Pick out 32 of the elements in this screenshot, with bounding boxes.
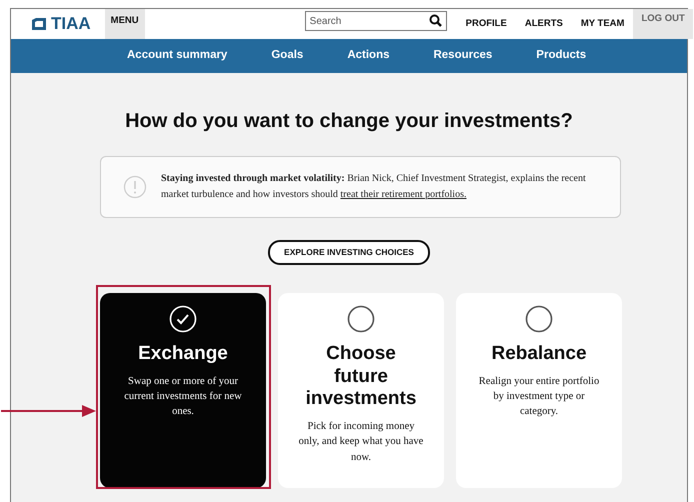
search-field[interactable]: Search bbox=[304, 11, 447, 31]
notice-text: Staying invested through market volatility: Brian Nick, Chief Investment Strategist, explains the recent market turbulence and how investors should treat their retirement portfolios. bbox=[161, 172, 587, 202]
nav-link[interactable]: Products bbox=[536, 47, 586, 65]
nav-link[interactable]: Resources bbox=[433, 47, 492, 65]
option-card[interactable]: Rebalance Realign your entire portfolio by investment type or category. bbox=[456, 292, 622, 488]
article-link[interactable]: treat their retirement portfolios. bbox=[340, 189, 466, 200]
option-card[interactable]: Exchange Swap one or more of your current investments for new ones. bbox=[100, 292, 266, 488]
alert-icon bbox=[123, 175, 147, 199]
option-description: Swap one or more of your current investments for new ones. bbox=[123, 374, 243, 419]
header-link[interactable]: ALERTS bbox=[516, 9, 572, 39]
nav-link[interactable]: Goals bbox=[271, 47, 304, 65]
option-card[interactable]: Choose future investments Pick for incoming money only, and keep what you have now. bbox=[278, 292, 444, 488]
menu-button[interactable]: MENU bbox=[104, 9, 145, 39]
logo[interactable]: TIAA bbox=[11, 9, 105, 39]
nav-link[interactable]: Actions bbox=[347, 47, 390, 65]
option-title: Exchange bbox=[137, 342, 229, 366]
search-icon[interactable] bbox=[428, 14, 442, 27]
radio-icon[interactable] bbox=[347, 304, 375, 333]
logo-text: TIAA bbox=[51, 13, 91, 36]
option-description: Pick for incoming money only, and keep what you have now. bbox=[298, 420, 424, 465]
header-link[interactable]: MY TEAM bbox=[572, 9, 634, 39]
nav-link[interactable]: Account summary bbox=[127, 47, 228, 65]
header-link[interactable]: PROFILE bbox=[456, 9, 516, 39]
option-title: Rebalance bbox=[490, 342, 588, 366]
logout-button[interactable]: LOG OUT bbox=[633, 9, 693, 39]
page-heading: How do you want to change your investments? bbox=[124, 109, 574, 134]
logo-icon bbox=[31, 17, 47, 31]
checked-radio-icon[interactable] bbox=[169, 304, 197, 333]
radio-icon[interactable] bbox=[525, 304, 553, 333]
explore-button[interactable]: EXPLORE INVESTING CHOICES bbox=[268, 240, 430, 265]
option-title: Choose future investments bbox=[304, 342, 418, 412]
option-description: Realign your entire portfolio by investment type or category. bbox=[478, 374, 600, 419]
